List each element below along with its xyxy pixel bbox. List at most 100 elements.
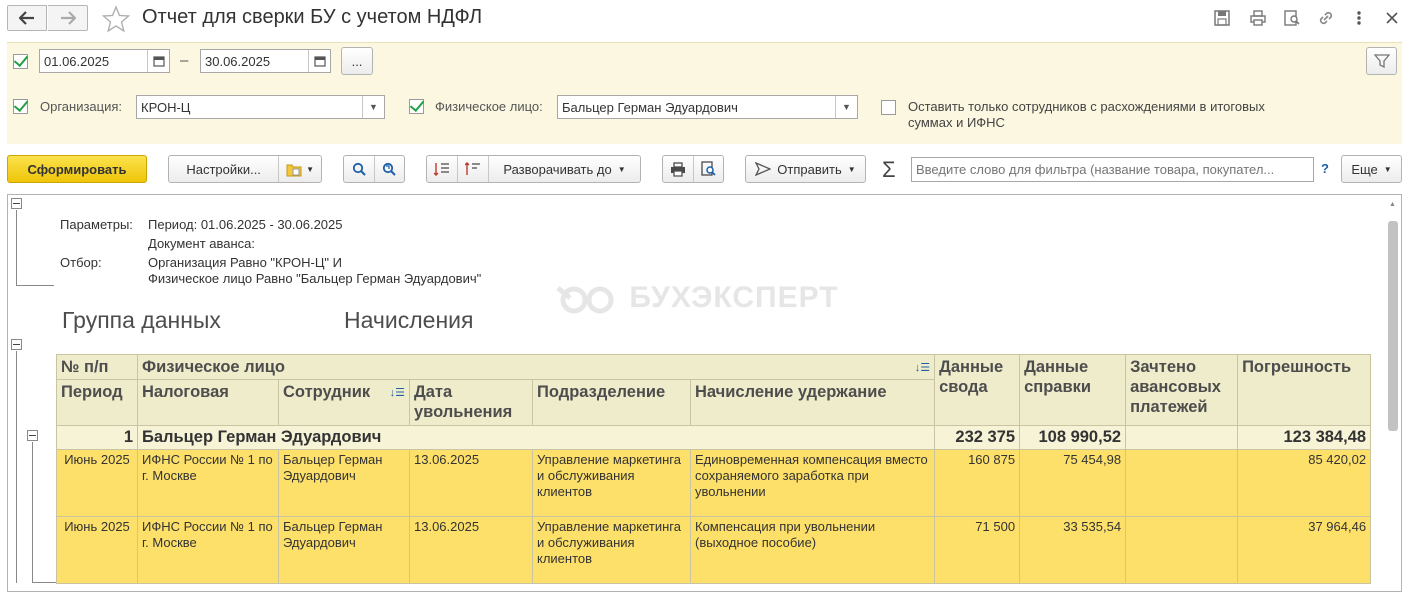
calendar-icon[interactable] xyxy=(308,50,330,72)
folder-icon xyxy=(286,164,302,176)
date-from-field[interactable]: 01.06.2025 xyxy=(39,49,170,73)
print-icon[interactable] xyxy=(1247,7,1269,29)
scroll-up-icon[interactable]: ▲ xyxy=(1389,201,1396,208)
organization-checkbox[interactable] xyxy=(13,99,28,114)
scrollbar-thumb[interactable] xyxy=(1388,221,1398,431)
row-tax: ИФНС России № 1 по г. Москве xyxy=(137,516,279,584)
send-label: Отправить xyxy=(777,161,842,177)
close-icon[interactable] xyxy=(1381,7,1403,29)
collapse-table-icon[interactable] xyxy=(11,339,22,350)
chevron-down-icon[interactable]: ▼ xyxy=(835,96,857,118)
expand-to-button[interactable]: Разворачивать до ▼ xyxy=(489,162,640,177)
discrepancy-label-line1: Оставить только сотрудников с расхождени… xyxy=(908,99,1265,114)
print-preview-button[interactable] xyxy=(694,161,724,177)
sum-icon[interactable]: Σ xyxy=(882,157,896,183)
row-dismissal: 13.06.2025 xyxy=(409,516,533,584)
favorite-star-icon[interactable] xyxy=(101,5,131,36)
filter-search-input[interactable] xyxy=(911,157,1314,182)
settings-button[interactable]: Настройки... xyxy=(169,162,278,177)
search-next-button[interactable] xyxy=(375,162,405,176)
report-spreadsheet[interactable]: БУХЭКСПЕРТ Параметры: Период: 01.06.2025… xyxy=(7,194,1402,592)
discrepancy-label: Оставить только сотрудников с расхождени… xyxy=(908,99,1265,131)
table-row[interactable]: Июнь 2025 ИФНС России № 1 по г. Москве Б… xyxy=(56,449,1372,517)
period-select-button[interactable]: ... xyxy=(341,47,373,75)
sort-icon[interactable]: ↓☰ xyxy=(390,383,405,403)
row-division: Управление маркетинга и обслуживания кли… xyxy=(532,516,691,584)
row-error: 85 420,02 xyxy=(1237,449,1372,517)
person-checkbox[interactable] xyxy=(409,99,424,114)
params-label: Параметры: xyxy=(60,217,133,232)
more-button[interactable]: Еще ▼ xyxy=(1341,155,1402,183)
search-button[interactable] xyxy=(344,162,374,176)
organization-field[interactable]: КРОН-Ц ▼ xyxy=(136,95,385,119)
generate-button[interactable]: Сформировать xyxy=(7,155,147,183)
header-person: Физическое лицо ↓☰ xyxy=(136,354,936,380)
chevron-down-icon: ▼ xyxy=(1383,164,1392,174)
search-refresh-icon xyxy=(383,162,396,176)
outline-line xyxy=(16,210,17,285)
row-employee: Бальцер Герман Эдуардович xyxy=(278,516,410,584)
arrow-left-icon xyxy=(19,11,34,25)
print-button[interactable] xyxy=(663,161,693,177)
group-certificate: 108 990,52 xyxy=(1019,425,1127,450)
help-link[interactable]: ? xyxy=(1321,161,1329,176)
collapse-params-icon[interactable] xyxy=(11,198,22,209)
report-table: № п/п Физическое лицо ↓☰ Данные свода Да… xyxy=(56,354,1372,584)
params-period: Период: 01.06.2025 - 30.06.2025 xyxy=(148,217,343,232)
header-dismissal: Дата увольнения xyxy=(409,379,533,426)
date-to-field[interactable]: 30.06.2025 xyxy=(200,49,331,73)
settings-button-group: Настройки... ▼ xyxy=(168,155,322,183)
outline-line xyxy=(32,582,56,583)
accruals-heading: Начисления xyxy=(344,307,474,333)
expand-all-button[interactable] xyxy=(427,161,457,177)
filter-button[interactable] xyxy=(1366,47,1397,75)
row-accrual: Компенсация при увольнении (выходное пос… xyxy=(689,516,936,584)
header-no: № п/п xyxy=(56,354,138,380)
header-tax: Налоговая xyxy=(137,379,279,426)
discrepancy-checkbox[interactable] xyxy=(881,100,896,115)
params-advance: Документ аванса: xyxy=(148,236,256,251)
printer-icon xyxy=(670,161,685,177)
chevron-down-icon: ▼ xyxy=(306,164,315,174)
collapse-group-icon[interactable] xyxy=(27,430,38,441)
row-period: Июнь 2025 xyxy=(56,449,138,517)
header-employee-label: Сотрудник xyxy=(283,383,371,401)
expand-rows-icon xyxy=(434,163,449,176)
expand-to-label: Разворачивать до xyxy=(503,161,612,177)
calendar-icon[interactable] xyxy=(147,50,169,72)
back-button[interactable] xyxy=(7,5,47,31)
send-button[interactable]: Отправить ▼ xyxy=(745,155,866,183)
person-label: Физическое лицо: xyxy=(435,99,543,114)
watermark: БУХЭКСПЕРТ xyxy=(556,281,839,315)
outline-line xyxy=(16,285,54,286)
forward-button[interactable] xyxy=(48,5,88,31)
arrow-right-icon xyxy=(60,11,76,25)
chevron-down-icon[interactable]: ▼ xyxy=(362,96,384,118)
row-division: Управление маркетинга и обслуживания кли… xyxy=(532,449,691,517)
header-person-label: Физическое лицо xyxy=(142,358,286,376)
table-row[interactable]: Июнь 2025 ИФНС России № 1 по г. Москве Б… xyxy=(56,516,1372,584)
group-row[interactable]: 1 Бальцер Герман Эдуардович 232 375 108 … xyxy=(56,425,1372,450)
group-error: 123 384,48 xyxy=(1237,425,1372,450)
group-name: Бальцер Герман Эдуардович xyxy=(136,425,936,450)
link-icon[interactable] xyxy=(1315,7,1337,29)
row-summary: 71 500 xyxy=(934,516,1021,584)
preview-icon[interactable] xyxy=(1281,7,1303,29)
save-icon[interactable] xyxy=(1211,7,1233,29)
sort-icon[interactable]: ↓☰ xyxy=(915,358,930,378)
row-accrual: Единовременная компенсация вместо сохран… xyxy=(689,449,936,517)
person-field[interactable]: Бальцер Герман Эдуардович ▼ xyxy=(557,95,858,119)
search-button-group xyxy=(343,155,405,183)
row-advance xyxy=(1125,516,1239,584)
variant-button[interactable]: ▼ xyxy=(279,162,321,177)
more-vertical-icon[interactable] xyxy=(1348,7,1370,29)
organization-value: КРОН-Ц xyxy=(141,99,191,115)
funnel-icon xyxy=(1373,54,1390,68)
row-period: Июнь 2025 xyxy=(56,516,138,584)
header-accrual: Начисление удержание xyxy=(689,379,936,426)
collapse-all-button[interactable] xyxy=(458,161,488,177)
period-checkbox[interactable] xyxy=(13,54,28,69)
group-summary: 232 375 xyxy=(934,425,1021,450)
vertical-scrollbar[interactable]: ▲ xyxy=(1388,201,1398,587)
header-employee: Сотрудник ↓☰ xyxy=(278,379,410,426)
